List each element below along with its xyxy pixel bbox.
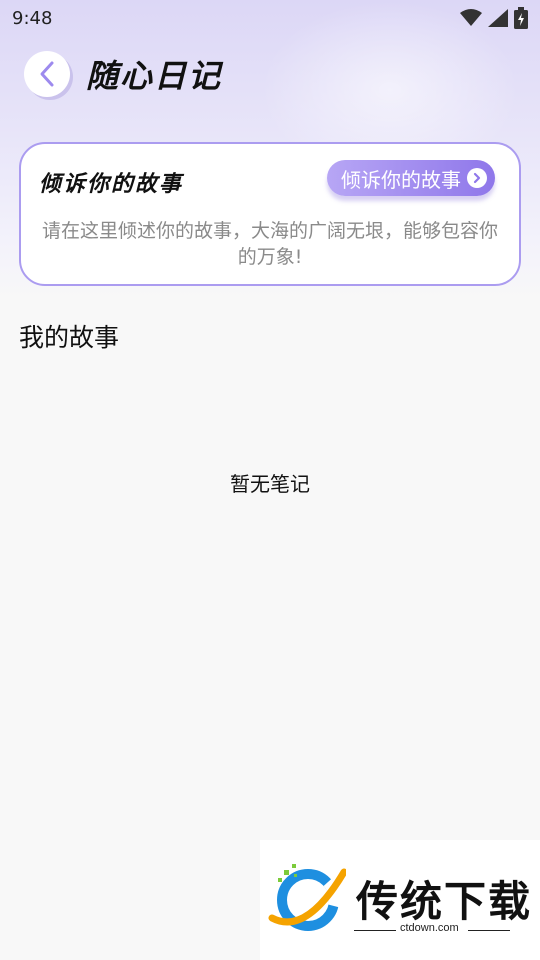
battery-icon: [514, 7, 528, 29]
signal-icon: [488, 9, 508, 27]
write-story-button-label: 倾诉你的故事: [341, 167, 461, 192]
app-header: 随心日记: [24, 50, 222, 98]
watermark-line-left: [354, 930, 396, 931]
status-icons: [460, 7, 528, 29]
watermark-brand: 传统下载: [356, 877, 533, 926]
watermark-url: ctdown.com: [400, 922, 459, 934]
card-title: 倾诉你的故事: [39, 172, 184, 197]
my-stories-title: 我的故事: [19, 323, 120, 352]
status-bar: 9:48: [0, 0, 540, 36]
watermark-line-right: [468, 930, 510, 931]
wifi-icon: [460, 9, 482, 26]
story-card[interactable]: 倾诉你的故事 倾诉你的故事 请在这里倾述你的故事，大海的广阔无垠，能够包容你的万…: [19, 142, 521, 286]
empty-state-text: 暂无笔记: [230, 472, 310, 496]
card-description: 请在这里倾述你的故事，大海的广阔无垠，能够包容你的万象!: [41, 220, 498, 268]
chevron-right-icon: [467, 168, 487, 188]
back-button[interactable]: [24, 51, 70, 97]
back-arrow-icon: [40, 61, 54, 87]
status-time: 9:48: [12, 7, 53, 29]
watermark: 传统下载 ctdown.com: [260, 840, 540, 960]
page-title: 随心日记: [86, 57, 223, 95]
ctdown-logo-icon: [268, 864, 346, 931]
write-story-button[interactable]: 倾诉你的故事: [327, 160, 495, 196]
